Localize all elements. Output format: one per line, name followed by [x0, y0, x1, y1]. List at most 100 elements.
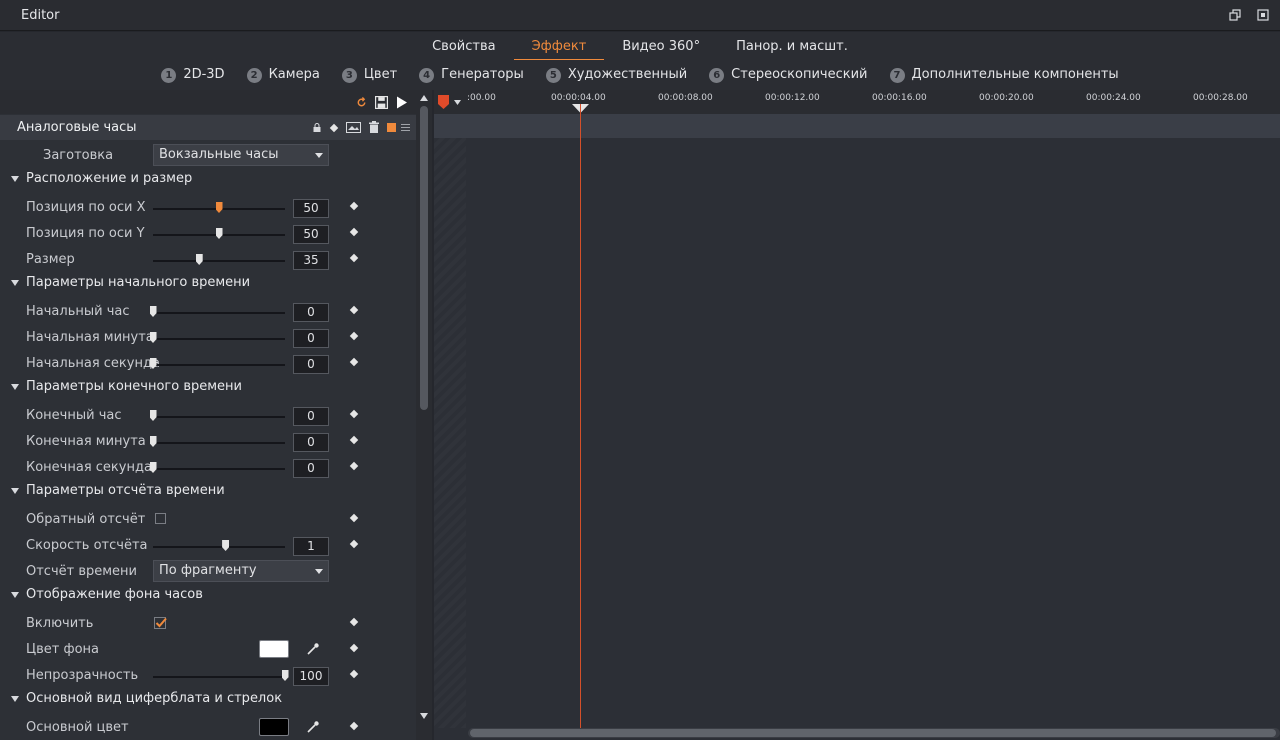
keyframe-icon[interactable]	[349, 409, 359, 419]
chevron-down-icon	[315, 153, 323, 158]
pos-y-input[interactable]: 50	[293, 225, 329, 244]
section-count[interactable]: Параметры отсчёта времени	[0, 480, 416, 506]
restore-window-icon[interactable]	[1229, 9, 1241, 21]
keyframe-icon[interactable]	[349, 539, 359, 549]
slider-thumb[interactable]	[149, 306, 157, 317]
effect-header[interactable]: Аналоговые часы	[0, 115, 416, 140]
chevron-down-icon	[315, 569, 323, 574]
param-label: Начальная секунда	[26, 356, 160, 371]
tab-pan-zoom[interactable]: Панор. и масшт.	[718, 34, 866, 60]
save-icon[interactable]	[375, 96, 388, 109]
eyedropper-icon[interactable]	[306, 720, 320, 734]
chevron-down-icon[interactable]	[454, 100, 461, 105]
keyframe-icon[interactable]	[349, 227, 359, 237]
section-position-size[interactable]: Расположение и размер	[0, 168, 416, 194]
scroll-down-icon[interactable]	[420, 713, 428, 719]
end-hour-slider[interactable]	[149, 410, 285, 421]
keyframe-icon[interactable]	[349, 435, 359, 445]
main-color-swatch[interactable]	[259, 718, 289, 736]
param-row-main-color: Основной цвет	[0, 714, 416, 740]
keyframe-icon[interactable]	[349, 253, 359, 263]
section-start-time[interactable]: Параметры начального времени	[0, 272, 416, 298]
section-label: Основной вид циферблата и стрелок	[26, 691, 283, 706]
keyframe-icon[interactable]	[329, 123, 339, 133]
popout-window-icon[interactable]	[1257, 9, 1269, 21]
keyframe-icon[interactable]	[349, 201, 359, 211]
trash-icon[interactable]	[369, 121, 379, 133]
subtab-camera[interactable]: 2 Камера	[236, 63, 331, 87]
section-end-time[interactable]: Параметры конечного времени	[0, 376, 416, 402]
keyframe-icon[interactable]	[349, 721, 359, 731]
scroll-up-icon[interactable]	[420, 95, 428, 101]
start-hour-slider[interactable]	[149, 306, 285, 317]
start-minute-input[interactable]: 0	[293, 329, 329, 348]
speed-input[interactable]: 1	[293, 537, 329, 556]
reset-icon[interactable]	[356, 97, 367, 108]
end-minute-input[interactable]: 0	[293, 433, 329, 452]
end-hour-input[interactable]: 0	[293, 407, 329, 426]
color-square-icon[interactable]	[387, 123, 396, 132]
keyframe-icon[interactable]	[349, 331, 359, 341]
end-minute-slider[interactable]	[149, 436, 285, 447]
slider-thumb[interactable]	[215, 228, 223, 239]
eyedropper-icon[interactable]	[306, 642, 320, 656]
subtab-artistic[interactable]: 5 Художественный	[535, 63, 698, 87]
time-mode-dropdown[interactable]: По фрагменту	[153, 560, 329, 582]
timeline-scroll-thumb[interactable]	[470, 729, 1276, 737]
slider-thumb[interactable]	[195, 254, 203, 265]
size-slider[interactable]	[153, 254, 285, 265]
slider-thumb[interactable]	[222, 540, 230, 551]
subtab-color[interactable]: 3 Цвет	[331, 63, 408, 87]
slider-thumb[interactable]	[281, 670, 289, 681]
end-second-slider[interactable]	[149, 462, 285, 473]
start-hour-input[interactable]: 0	[293, 303, 329, 322]
preset-value: Вокзальные часы	[159, 147, 279, 162]
size-input[interactable]: 35	[293, 251, 329, 270]
enable-checkbox[interactable]	[154, 616, 167, 629]
keyframe-icon[interactable]	[349, 513, 359, 523]
keyframe-icon[interactable]	[349, 643, 359, 653]
pos-x-slider[interactable]	[153, 202, 285, 213]
play-icon[interactable]	[397, 96, 407, 109]
subtab-extras[interactable]: 7 Дополнительные компоненты	[879, 63, 1130, 87]
subtab-stereoscopic[interactable]: 6 Стереоскопический	[698, 63, 878, 87]
section-background[interactable]: Отображение фона часов	[0, 584, 416, 610]
keyframe-icon[interactable]	[349, 461, 359, 471]
subtab-generators[interactable]: 4 Генераторы	[408, 63, 535, 87]
opacity-slider[interactable]	[153, 670, 289, 681]
slider-thumb[interactable]	[215, 202, 223, 213]
end-second-input[interactable]: 0	[293, 459, 329, 478]
countdown-checkbox[interactable]	[155, 513, 166, 524]
pos-y-slider[interactable]	[153, 228, 285, 239]
speed-slider[interactable]	[153, 540, 285, 551]
section-dial-hands[interactable]: Основной вид циферблата и стрелок	[0, 688, 416, 714]
title-bar: Editor	[0, 0, 1280, 31]
start-second-slider[interactable]	[149, 358, 285, 369]
tab-effect[interactable]: Эффект	[513, 34, 605, 60]
tab-properties[interactable]: Свойства	[414, 34, 514, 60]
preset-dropdown[interactable]: Вокзальные часы	[153, 144, 329, 166]
parameters-panel: Аналоговые часы Заготовка Вокзальные час…	[0, 90, 432, 740]
slider-thumb[interactable]	[149, 410, 157, 421]
tab-video-360[interactable]: Видео 360°	[604, 34, 718, 60]
panel-scroll-thumb[interactable]	[420, 106, 428, 410]
start-minute-slider[interactable]	[149, 332, 285, 343]
keyframe-icon[interactable]	[349, 669, 359, 679]
effect-track[interactable]	[434, 114, 1280, 138]
opacity-input[interactable]: 100	[293, 667, 329, 686]
keyframe-icon[interactable]	[349, 357, 359, 367]
bg-color-swatch[interactable]	[259, 640, 289, 658]
keyframe-icon[interactable]	[349, 305, 359, 315]
playhead-marker-icon[interactable]	[438, 95, 449, 109]
keyframe-icon[interactable]	[349, 617, 359, 627]
preview-icon[interactable]	[346, 122, 361, 133]
time-ruler[interactable]: :00.00 00:00:04.00 00:00:08.00 00:00:12.…	[434, 90, 1280, 114]
menu-icon[interactable]	[401, 123, 410, 132]
subtab-2d-3d[interactable]: 1 2D-3D	[150, 63, 235, 87]
slider-thumb[interactable]	[149, 436, 157, 447]
param-row-enable: Включить	[0, 610, 416, 636]
lock-icon[interactable]	[313, 123, 321, 132]
triangle-down-icon	[11, 592, 19, 598]
start-second-input[interactable]: 0	[293, 355, 329, 374]
pos-x-input[interactable]: 50	[293, 199, 329, 218]
